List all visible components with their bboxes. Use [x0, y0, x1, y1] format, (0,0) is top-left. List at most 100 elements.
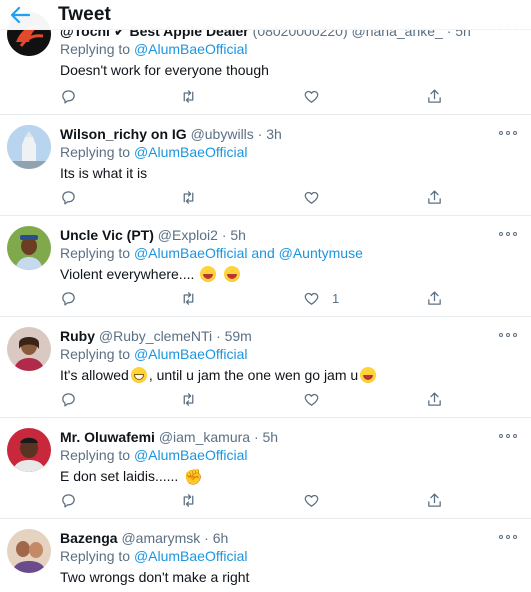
avatar[interactable] [7, 226, 51, 270]
retweet-button[interactable] [180, 288, 197, 308]
timestamp[interactable]: · 5h [222, 227, 246, 243]
avatar-statue-icon [7, 125, 51, 169]
tweet-item[interactable]: Bazenga @amarymsk · 6h Replying to @Alum… [0, 519, 531, 592]
share-button[interactable] [426, 490, 443, 510]
tweet-actions [60, 187, 445, 207]
replying-to: Replying to @AlumBaeOfficial [60, 446, 519, 465]
retweet-icon [183, 291, 194, 305]
back-button[interactable] [0, 0, 40, 30]
reply-list: @Tochi ✔ Best Apple Dealer (08020000220)… [0, 0, 531, 592]
avatar-photo-icon [7, 428, 51, 472]
tweet-actions [60, 490, 445, 510]
tweet-text: Doesn't work for everyone though [60, 62, 269, 78]
user-handle[interactable]: @Ruby_clemeNTi [99, 328, 212, 344]
avatar-photo-icon [7, 226, 51, 270]
reply-button[interactable] [60, 490, 77, 510]
tweet-text-body: Violent everywhere.... [60, 266, 195, 282]
share-icon [428, 492, 441, 507]
page-title: Tweet [58, 3, 111, 25]
tweet-text-part: It's allowed [60, 367, 129, 383]
tweet-actions [60, 86, 445, 106]
user-handle[interactable]: @iam_kamura [159, 429, 250, 445]
replying-to: Replying to @AlumBaeOfficial [60, 143, 519, 162]
user-handle[interactable]: @ubywills [191, 126, 254, 142]
reply-icon [62, 392, 75, 407]
share-icon [428, 88, 441, 103]
replying-to-label: Replying to [60, 346, 131, 362]
avatar[interactable] [7, 125, 51, 169]
like-icon [304, 191, 319, 204]
tweet-meta: Uncle Vic (PT) @Exploi2 · 5h [60, 226, 519, 244]
tweet-meta: Mr. Oluwafemi @iam_kamura · 5h [60, 428, 519, 446]
like-icon [304, 292, 319, 305]
like-icon [304, 393, 319, 406]
share-icon [428, 290, 441, 305]
share-button[interactable] [426, 288, 443, 308]
back-arrow-icon [10, 6, 30, 23]
tweet-item[interactable]: Uncle Vic (PT) @Exploi2 · 5h Replying to… [0, 216, 531, 317]
avatar[interactable] [7, 529, 51, 573]
reply-button[interactable] [60, 187, 77, 207]
retweet-icon [183, 89, 194, 103]
avatar[interactable] [7, 428, 51, 472]
timestamp[interactable]: · 6h [204, 530, 228, 546]
tweet-item[interactable]: Mr. Oluwafemi @iam_kamura · 5h Replying … [0, 418, 531, 519]
retweet-button[interactable] [180, 187, 197, 207]
like-button[interactable] [303, 389, 332, 409]
avatar-photo-icon [7, 529, 51, 573]
retweet-button[interactable] [180, 490, 197, 510]
avatar-photo-icon [7, 327, 51, 371]
display-name[interactable]: Mr. Oluwafemi [60, 429, 155, 445]
like-button[interactable] [303, 187, 332, 207]
like-button[interactable] [303, 86, 332, 106]
display-name[interactable]: Wilson_richy on IG [60, 126, 187, 142]
tweet-item[interactable]: Ruby @Ruby_clemeNTi · 59m Replying to @A… [0, 317, 531, 418]
replying-to: Replying to @AlumBaeOfficial [60, 547, 519, 566]
avatar[interactable] [7, 327, 51, 371]
mention-link[interactable]: @AlumBaeOfficial [134, 447, 248, 463]
mention-link[interactable]: @AlumBaeOfficial [134, 41, 248, 57]
timestamp[interactable]: · 3h [258, 126, 282, 142]
share-button[interactable] [426, 389, 443, 409]
tweet-text: It's allowed , until u jam the one wen go… [60, 365, 519, 385]
reply-icon [62, 89, 75, 104]
tweet-actions: 1 [60, 288, 445, 308]
timestamp[interactable]: · 59m [216, 328, 252, 344]
mention-link[interactable]: @AlumBaeOfficial [134, 346, 248, 362]
like-button[interactable]: 1 [303, 288, 339, 308]
replying-to: Replying to @AlumBaeOfficial and @Auntym… [60, 244, 519, 263]
tweet-actions [60, 389, 445, 409]
share-button[interactable] [426, 86, 443, 106]
display-name[interactable]: Ruby [60, 328, 95, 344]
like-icon [304, 90, 319, 103]
retweet-button[interactable] [180, 389, 197, 409]
mention-link[interactable]: @AlumBaeOfficial and @Auntymuse [134, 245, 363, 261]
like-button[interactable] [303, 490, 332, 510]
reply-button[interactable] [60, 86, 77, 106]
display-name[interactable]: Uncle Vic (PT) [60, 227, 154, 243]
like-icon [304, 494, 319, 507]
share-icon [428, 391, 441, 406]
replying-to: Replying to @AlumBaeOfficial [60, 345, 519, 364]
user-handle[interactable]: @amarymsk [121, 530, 200, 546]
replying-to-label: Replying to [60, 447, 131, 463]
reply-button[interactable] [60, 288, 77, 308]
reply-button[interactable] [60, 389, 77, 409]
tweet-text-part: , until u jam the one wen go jam u [148, 367, 359, 383]
mention-link[interactable]: @AlumBaeOfficial [134, 548, 248, 564]
share-button[interactable] [426, 187, 443, 207]
user-handle[interactable]: @Exploi2 [158, 227, 218, 243]
flexed-biceps-emoji-icon: ✊ [184, 469, 203, 486]
tweet-text: E don set laidis...... ✊ [60, 466, 519, 488]
mention-link[interactable]: @AlumBaeOfficial [134, 144, 248, 160]
timestamp[interactable]: · 5h [254, 429, 278, 445]
share-icon [428, 189, 441, 204]
tweet-meta: Bazenga @amarymsk · 6h [60, 529, 519, 547]
retweet-icon [183, 392, 194, 406]
tweet-item[interactable]: Wilson_richy on IG @ubywills · 3h Replyi… [0, 115, 531, 216]
tweet-text: Violent everywhere.... [60, 264, 519, 284]
replying-to: Replying to @AlumBaeOfficial [60, 40, 519, 59]
grinning-emoji-icon [130, 367, 147, 383]
display-name[interactable]: Bazenga [60, 530, 118, 546]
retweet-button[interactable] [180, 86, 197, 106]
